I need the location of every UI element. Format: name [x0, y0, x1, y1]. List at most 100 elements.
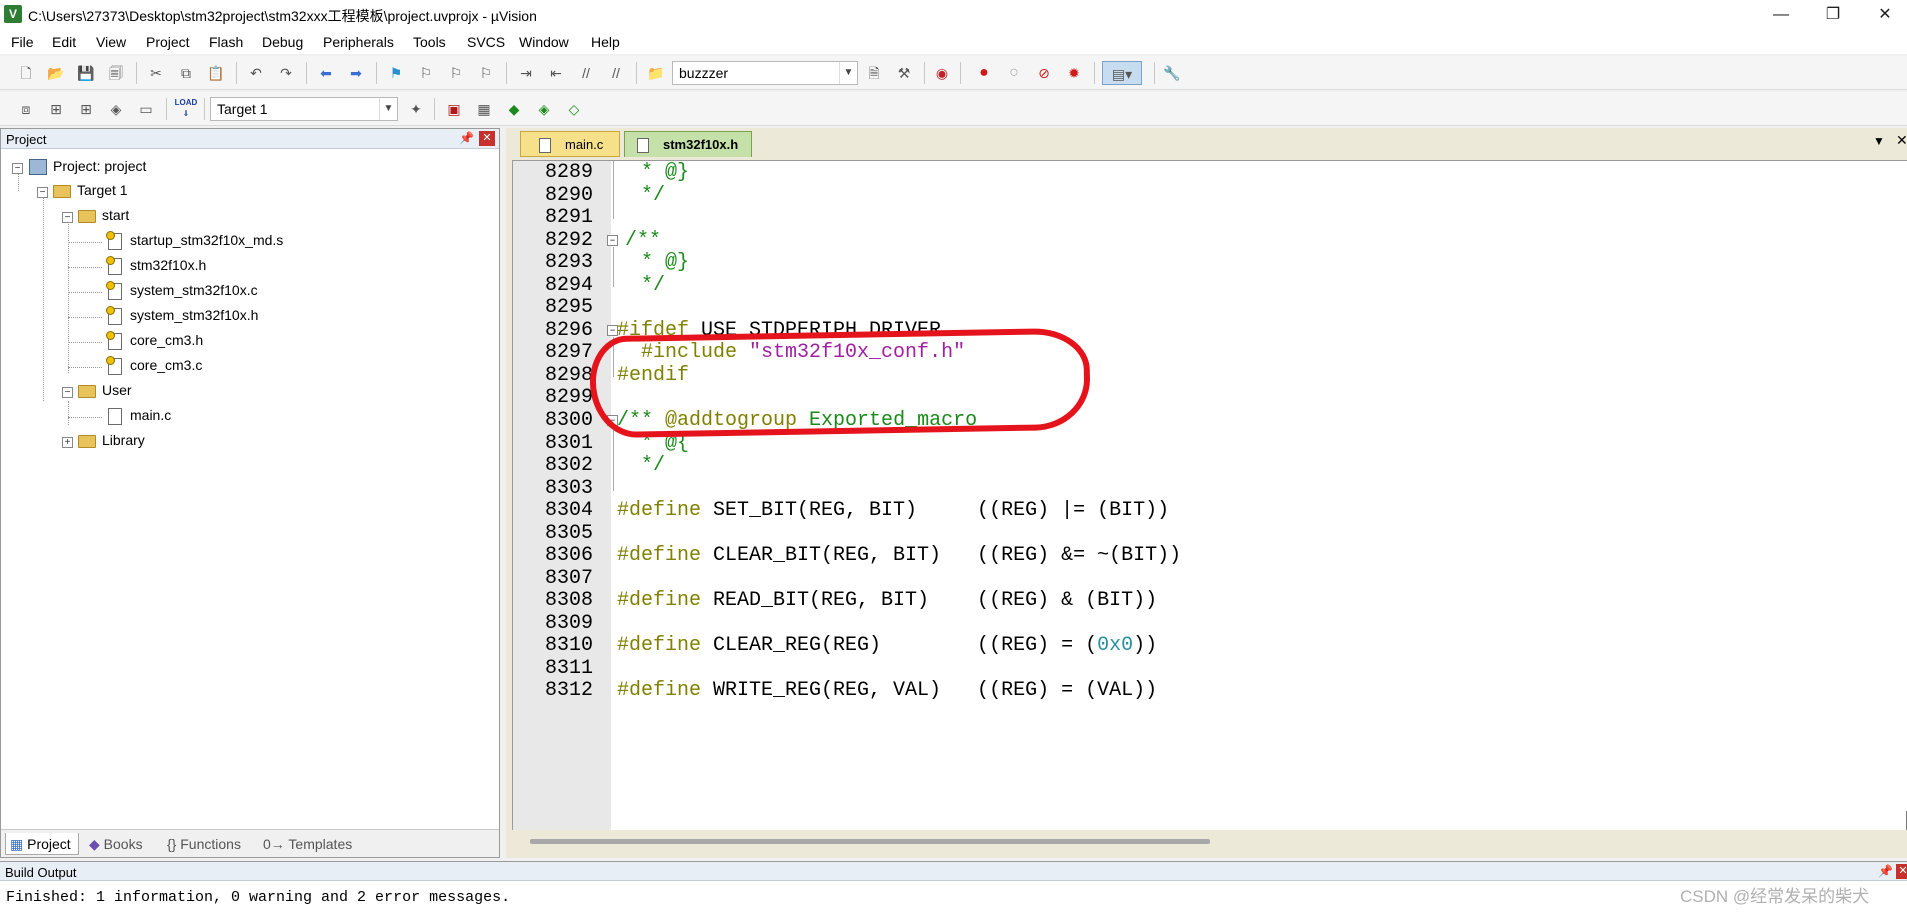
menu-svcs[interactable]: SVCS	[467, 34, 505, 50]
collapse-target-icon[interactable]: −	[37, 187, 48, 198]
comment-icon[interactable]: //	[574, 61, 598, 85]
code-area[interactable]: 8289 8290 8291 8292 8293 8294 8295 8296 …	[512, 160, 1907, 830]
tree-file[interactable]: stm32f10x.h	[106, 253, 206, 277]
editor-tabs: main.c stm32f10x.h ▼ ✕	[506, 128, 1907, 158]
redo-icon[interactable]: ↷	[274, 61, 298, 85]
tree-file[interactable]: system_stm32f10x.c	[106, 278, 258, 302]
tab-list-chevron-icon[interactable]: ▼	[1873, 134, 1885, 148]
file-icon	[106, 305, 122, 325]
rebuild-icon[interactable]: ⊞	[74, 97, 98, 121]
close-tab-icon[interactable]: ✕	[1896, 132, 1907, 149]
chevron-down-icon[interactable]: ▼	[839, 62, 857, 84]
indent-icon[interactable]: ⇥	[514, 61, 538, 85]
pack-installer-icon[interactable]: ◈	[532, 97, 556, 121]
next-bookmark-icon[interactable]: ⚐	[444, 61, 468, 85]
nav-back-icon[interactable]: ⬅	[314, 61, 338, 85]
menu-peripherals[interactable]: Peripherals	[323, 34, 394, 50]
incremental-find-icon[interactable]: ⚒	[892, 61, 916, 85]
maximize-button[interactable]: ❐	[1807, 0, 1859, 30]
undo-icon[interactable]: ↶	[244, 61, 268, 85]
menu-file[interactable]: File	[11, 34, 34, 50]
tab-main-c[interactable]: main.c	[520, 131, 620, 157]
prev-bookmark-icon[interactable]: ⚐	[414, 61, 438, 85]
build-output-pane[interactable]: Finished: 1 information, 0 warning and 2…	[0, 881, 1907, 912]
project-pane-tabs: ▦ Project ◆ Books {} Functions 0→ Templa…	[1, 829, 499, 857]
chevron-down-icon[interactable]: ▼	[379, 98, 397, 120]
tree-group-library[interactable]: Library	[78, 428, 145, 452]
debug-session-icon[interactable]: ◉	[930, 61, 954, 85]
stop-build-icon[interactable]: ▭	[134, 97, 158, 121]
collapse-user-icon[interactable]: −	[62, 387, 73, 398]
pin-icon[interactable]: 📌	[459, 131, 474, 145]
window-layout-icon[interactable]: ▤▾	[1102, 61, 1142, 85]
unindent-icon[interactable]: ⇤	[544, 61, 568, 85]
tab-templates[interactable]: 0→ Templates	[259, 833, 359, 855]
tab-project[interactable]: ▦ Project	[5, 833, 79, 855]
minimize-button[interactable]: —	[1755, 0, 1807, 30]
target-options-icon[interactable]: ✦	[404, 97, 428, 121]
tree-file[interactable]: core_cm3.h	[106, 328, 203, 352]
tree-file[interactable]: core_cm3.c	[106, 353, 202, 377]
code-line: #define WRITE_REG(REG, VAL) ((REG) = (VA…	[617, 679, 1157, 702]
tree-group-start[interactable]: start	[78, 203, 129, 227]
disable-all-breakpoints-icon[interactable]: ⊘	[1032, 61, 1056, 85]
find-in-files-icon[interactable]: 📁	[644, 61, 668, 85]
select-packs-icon[interactable]: ▦	[472, 97, 496, 121]
books-icon: ◆	[89, 836, 100, 852]
nav-forward-icon[interactable]: ➡	[344, 61, 368, 85]
kill-all-breakpoints-icon[interactable]: ✹	[1062, 61, 1086, 85]
disable-breakpoint-icon[interactable]: ○	[1002, 61, 1026, 85]
open-file-icon[interactable]: 📂	[44, 61, 68, 85]
menu-tools[interactable]: Tools	[413, 34, 446, 50]
clear-bookmarks-icon[interactable]: ⚐	[474, 61, 498, 85]
breakpoint-icon[interactable]: ●	[972, 61, 996, 85]
tab-books[interactable]: ◆ Books	[85, 833, 161, 855]
close-pane-icon[interactable]: ✕	[479, 131, 495, 146]
load-download-icon[interactable]: LOAD ⇓	[174, 97, 198, 121]
new-file-icon[interactable]: 🗋	[14, 61, 38, 85]
menu-debug[interactable]: Debug	[262, 34, 303, 50]
collapse-project-icon[interactable]: −	[12, 163, 23, 174]
batch-build-icon[interactable]: ◈	[104, 97, 128, 121]
menu-view[interactable]: View	[96, 34, 126, 50]
line-number: 8302	[545, 454, 594, 477]
pin-icon[interactable]: 📌	[1878, 864, 1893, 878]
software-packs-icon[interactable]: ◇	[562, 97, 586, 121]
tree-file[interactable]: startup_stm32f10x_md.s	[106, 228, 283, 252]
bookmark-icon[interactable]: ⚑	[384, 61, 408, 85]
tree-file[interactable]: main.c	[108, 403, 171, 427]
configure-icon[interactable]: 🔧	[1160, 61, 1184, 85]
manage-rte-icon[interactable]: ◆	[502, 97, 526, 121]
target-select[interactable]: Target 1 ▼	[210, 97, 398, 121]
menu-project[interactable]: Project	[146, 34, 190, 50]
tab-stm32f10x-h[interactable]: stm32f10x.h	[624, 131, 752, 157]
tab-functions[interactable]: {} Functions	[163, 833, 253, 855]
uncomment-icon[interactable]: //	[604, 61, 628, 85]
manage-components-icon[interactable]: ▣	[442, 97, 466, 121]
find-icon[interactable]: 🗎	[862, 61, 886, 85]
build-icon[interactable]: ⊞	[44, 97, 68, 121]
expand-library-icon[interactable]: +	[62, 437, 73, 448]
fold-toggle-icon[interactable]: −	[607, 235, 618, 246]
translate-icon[interactable]: ⧈	[14, 97, 38, 121]
cut-icon[interactable]: ✂	[144, 61, 168, 85]
paste-icon[interactable]: 📋	[204, 61, 228, 85]
tree-group-user[interactable]: User	[78, 378, 132, 402]
horizontal-scrollbar[interactable]	[530, 839, 1210, 844]
line-number: 8306	[545, 544, 594, 567]
menu-edit[interactable]: Edit	[52, 34, 76, 50]
save-all-icon[interactable]: 🗐	[104, 61, 128, 85]
group-label: Library	[102, 432, 145, 448]
save-icon[interactable]: 💾	[74, 61, 98, 85]
copy-icon[interactable]: ⧉	[174, 61, 198, 85]
menu-window[interactable]: Window	[519, 34, 569, 50]
collapse-start-icon[interactable]: −	[62, 212, 73, 223]
tree-project-root[interactable]: Project: project	[29, 154, 146, 178]
tree-target[interactable]: Target 1	[53, 178, 128, 202]
tree-file[interactable]: system_stm32f10x.h	[106, 303, 258, 327]
menu-flash[interactable]: Flash	[209, 34, 243, 50]
close-button[interactable]: ✕	[1859, 0, 1907, 30]
close-pane-icon[interactable]: ✕	[1896, 864, 1907, 879]
menu-help[interactable]: Help	[591, 34, 620, 50]
find-combo[interactable]: buzzzer ▼	[672, 61, 858, 85]
